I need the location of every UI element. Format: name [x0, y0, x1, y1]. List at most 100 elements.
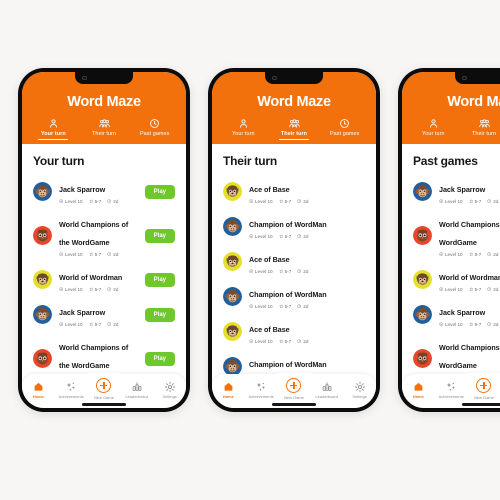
play-button[interactable]: Play — [144, 228, 175, 243]
nav-label: New Game — [94, 395, 114, 400]
tab-past-games[interactable]: Past games — [129, 118, 180, 140]
meta-text: 5-7 — [94, 252, 102, 257]
avatar — [223, 287, 242, 306]
game-list-item[interactable]: Jack Sparrow Level 10 5-7 2d Play — [33, 297, 175, 332]
sparkle-icon — [255, 381, 267, 392]
avatar — [33, 305, 52, 324]
level-icon — [249, 269, 254, 274]
nav-item-home[interactable]: Home — [402, 381, 435, 399]
play-button[interactable]: Play — [144, 351, 175, 366]
avatar — [223, 217, 242, 236]
nav-item-achievements[interactable]: Achievements — [435, 381, 468, 399]
plus-icon[interactable] — [286, 378, 302, 393]
meta-players: 5-7 — [469, 287, 482, 292]
meta-text: Level 10 — [64, 252, 83, 257]
phone-screen: Word Maze Your turn Their turn Past games Yo… — [22, 72, 186, 408]
screen-body[interactable]: Their turn Ace of Base Level 10 5-7 2d Champi… — [212, 144, 376, 408]
opponent-name: World of Wordman — [59, 273, 123, 282]
game-list-item[interactable]: Ace of Base Level 10 5-7 2d — [223, 244, 365, 279]
nav-item-home[interactable]: Home — [22, 381, 55, 399]
nav-item-settings[interactable]: Settings — [153, 381, 186, 399]
game-info: Jack Sparrow Level 10 5-7 2d — [59, 179, 138, 204]
meta-text: 5-7 — [284, 339, 292, 344]
phone-frame-your-turn: Word Maze Your turn Their turn Past games Yo… — [18, 68, 190, 412]
tab-label: Their turn — [91, 131, 117, 137]
opponent-name: World Champions of the WordGame — [439, 220, 500, 247]
nav-item-home[interactable]: Home — [212, 381, 245, 399]
play-button[interactable]: Play — [144, 184, 175, 199]
level-icon — [439, 322, 444, 327]
game-list-item[interactable]: Jack Sparrow Level 10 5-7 2d Play — [33, 174, 175, 209]
meta-players: 5-7 — [469, 322, 482, 327]
game-list-item[interactable]: World Champions of the WordGame Level 10 5… — [413, 209, 500, 262]
meta-players: 5-7 — [89, 199, 102, 204]
game-list-item[interactable]: World of Wordman Level 10 5-7 2d — [413, 262, 500, 297]
game-list-item[interactable]: Ace of Base Level 10 5-7 2d — [223, 314, 365, 349]
tab-bar: Your turn Their turn Past games — [212, 118, 376, 144]
nav-item-new-game[interactable]: New Game — [278, 378, 311, 400]
meta-players: 5-7 — [89, 322, 102, 327]
avatar — [413, 305, 432, 324]
meta-players: 5-7 — [279, 199, 292, 204]
game-info: World Champions of the WordGame Level 10 5… — [59, 214, 138, 257]
game-list-item[interactable]: Ace of Base Level 10 5-7 2d — [223, 174, 365, 209]
screen-body[interactable]: Past games Jack Sparrow Level 10 5-7 2d World… — [402, 144, 500, 408]
tab-past-games[interactable]: Past games — [319, 118, 370, 140]
nav-label: Home — [222, 394, 234, 399]
players-icon — [469, 322, 473, 327]
meta-time: 2d — [297, 234, 308, 239]
tab-your-turn[interactable]: Your turn — [28, 118, 79, 140]
game-list-item[interactable]: Champion of WordMan Level 10 5-7 2d — [223, 279, 365, 314]
game-meta: Level 10 5-7 2d — [59, 252, 138, 257]
meta-text: 5-7 — [94, 322, 102, 327]
game-meta: Level 10 5-7 2d — [59, 322, 138, 327]
meta-level: Level 10 — [249, 339, 273, 344]
nav-item-new-game[interactable]: New Game — [88, 378, 121, 400]
opponent-name: Ace of Base — [249, 255, 290, 264]
game-list-item[interactable]: Jack Sparrow Level 10 5-7 2d — [413, 297, 500, 332]
app-header: Word MazeYour turnTheir turnPast games — [402, 72, 500, 144]
front-camera-icon — [272, 75, 277, 80]
time-icon — [107, 322, 112, 327]
meta-text: 5-7 — [94, 199, 102, 204]
tab-your-turn[interactable]: Your turn — [408, 118, 459, 140]
phone-screen: Word MazeYour turnTheir turnPast gamesPa… — [402, 72, 500, 408]
meta-level: Level 10 — [439, 199, 463, 204]
opponent-name: World of Wordman — [439, 273, 500, 282]
tab-their-turn[interactable]: Their turn — [269, 118, 320, 140]
game-list-item[interactable]: Champion of WordMan Level 10 5-7 2d — [223, 209, 365, 244]
time-icon — [107, 199, 112, 204]
play-button[interactable]: Play — [144, 272, 175, 287]
tab-your-turn[interactable]: Your turn — [218, 118, 269, 140]
screen-body[interactable]: Your turn Jack Sparrow Level 10 5-7 2d Play Wo… — [22, 144, 186, 408]
nav-item-achievements[interactable]: Achievements — [245, 381, 278, 399]
play-button[interactable]: Play — [144, 307, 175, 322]
meta-time: 2d — [487, 287, 498, 292]
meta-text: Level 10 — [64, 199, 83, 204]
phone-frame-past-games: Word MazeYour turnTheir turnPast gamesPa… — [398, 68, 500, 412]
game-list-item[interactable]: World of Wordman Level 10 5-7 2d Play — [33, 262, 175, 297]
nav-item-achievements[interactable]: Achievements — [55, 381, 88, 399]
game-meta: Level 10 5-7 2d — [249, 339, 365, 344]
tab-their-turn[interactable]: Their turn — [79, 118, 130, 140]
plus-icon[interactable] — [476, 378, 492, 393]
meta-text: Level 10 — [444, 322, 463, 327]
nav-item-leaderboard[interactable]: Leaderboard — [120, 381, 153, 399]
game-list-item[interactable]: World Champions of the WordGame Level 10 5… — [33, 209, 175, 262]
nav-item-settings[interactable]: Settings — [343, 381, 376, 399]
people-icon — [478, 118, 491, 129]
sparkle-icon — [445, 381, 457, 392]
nav-item-leaderboard[interactable]: Leaderboard — [310, 381, 343, 399]
time-icon — [487, 199, 492, 204]
meta-players: 5-7 — [279, 339, 292, 344]
meta-text: 5-7 — [474, 287, 482, 292]
game-list-item[interactable]: Jack Sparrow Level 10 5-7 2d — [413, 174, 500, 209]
plus-icon[interactable] — [96, 378, 112, 393]
nav-item-new-game[interactable]: New Game — [468, 378, 500, 400]
game-meta: Level 10 5-7 2d — [59, 287, 138, 292]
tab-their-turn[interactable]: Their turn — [459, 118, 500, 140]
players-icon — [469, 199, 473, 204]
meta-text: Level 10 — [444, 287, 463, 292]
sparkle-icon — [65, 381, 77, 392]
time-icon — [297, 234, 302, 239]
